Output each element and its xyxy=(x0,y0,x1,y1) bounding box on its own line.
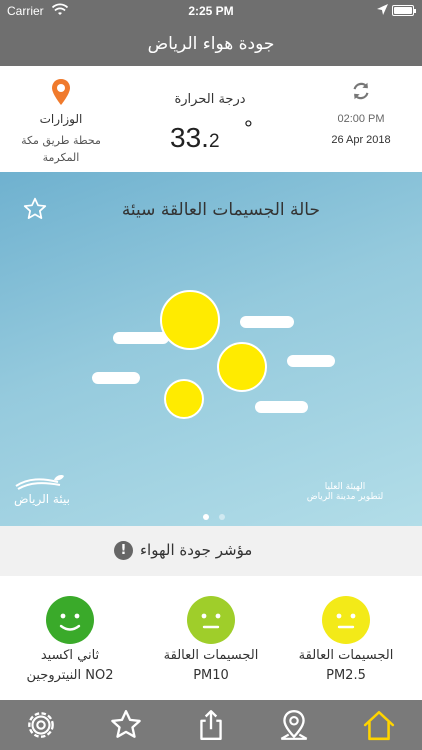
air-status-title: حالة الجسيمات العالقة سيئة xyxy=(121,200,320,220)
temperature-value: 33.2 ° xyxy=(170,116,253,154)
cloud-streak xyxy=(255,401,308,413)
cloud-streak xyxy=(287,355,335,367)
happy-face-icon xyxy=(46,596,94,644)
aqi-title: مؤشر جودة الهواء xyxy=(140,541,253,559)
neutral-face-icon xyxy=(322,596,370,644)
station-name: محطة طريق مكة المكرمة xyxy=(21,134,101,164)
high-commission-logo: الهيئة العليا لتطوير مدينة الرياض xyxy=(274,482,416,502)
pollutant-label: ثاني اكسيد النيتروجين NO2 xyxy=(0,646,140,686)
temperature-decimal: 2 xyxy=(208,131,220,152)
sun-small xyxy=(164,379,204,419)
cloud-streak xyxy=(113,332,169,344)
location-pin-icon xyxy=(52,79,70,105)
sun-large xyxy=(160,290,220,350)
info-strip: 02:00 PM 26 Apr 2018 درجة الحرارة 33.2 °… xyxy=(0,66,422,172)
pollutant-list: ثاني اكسيد النيتروجين NO2 الجسيمات العال… xyxy=(0,576,422,700)
location-arrow-icon xyxy=(377,4,388,15)
update-time: 02:00 PM xyxy=(337,113,385,125)
riyadh-environment-label: بيئة الرياض xyxy=(14,492,70,506)
page-dot-active[interactable] xyxy=(203,514,209,520)
pollutant-label: الجسيمات العالقة PM2.5 xyxy=(276,646,416,686)
page-indicator[interactable] xyxy=(198,505,230,524)
pollutant-code: PM2.5 xyxy=(326,668,366,683)
pollutant-code: PM10 xyxy=(193,668,229,683)
refresh-icon[interactable] xyxy=(350,80,372,102)
temperature-label: درجة الحرارة xyxy=(174,92,246,107)
station-label: الوزارات xyxy=(39,112,83,126)
pollutant-name: ثاني اكسيد xyxy=(40,648,100,663)
map-pin-icon[interactable] xyxy=(277,708,311,742)
status-time: 2:25 PM xyxy=(188,4,234,18)
share-icon[interactable] xyxy=(194,708,228,742)
leaf-logo-icon xyxy=(15,475,64,490)
home-icon[interactable] xyxy=(362,708,396,742)
settings-icon[interactable] xyxy=(24,708,58,742)
pollutant-name: الجسيمات العالقة xyxy=(163,648,259,663)
pollutant-name: الجسيمات العالقة xyxy=(298,648,394,663)
nav-title: جودة هواء الرياض xyxy=(147,34,275,54)
page-dot[interactable] xyxy=(219,514,225,520)
cloud-streak xyxy=(92,372,140,384)
top-bar: Carrier 2:25 PM جودة هواء الرياض xyxy=(0,0,422,66)
pollutant-code: النيتروجين NO2 xyxy=(26,668,114,683)
info-icon[interactable]: ! xyxy=(114,541,133,560)
tab-bar xyxy=(0,700,422,750)
battery-icon xyxy=(392,5,416,16)
commission-name-line1: الهيئة العليا xyxy=(324,482,366,492)
temperature-integer: 33. xyxy=(170,122,209,153)
pollutant-label: الجسيمات العالقة PM10 xyxy=(141,646,281,686)
update-time-block: 02:00 PM 26 Apr 2018 xyxy=(300,66,422,172)
sun-medium xyxy=(217,342,267,392)
air-status-hero[interactable]: حالة الجسيمات العالقة سيئة بيئة الرياض ا… xyxy=(0,172,422,526)
aqi-header: ! مؤشر جودة الهواء xyxy=(0,526,422,576)
temperature-block: درجة الحرارة 33.2 ° xyxy=(120,66,300,172)
update-date: 26 Apr 2018 xyxy=(331,134,391,146)
commission-name-line2: لتطوير مدينة الرياض xyxy=(306,492,384,502)
station-block[interactable]: الوزارات محطة طريق مكة المكرمة xyxy=(0,66,122,172)
status-bar: Carrier 2:25 PM xyxy=(0,0,422,22)
star-icon[interactable] xyxy=(109,708,143,742)
degree-symbol: ° xyxy=(244,116,253,141)
favorite-star-icon[interactable] xyxy=(22,196,48,222)
riyadh-environment-logo: بيئة الرياض xyxy=(14,474,70,506)
neutral-face-icon xyxy=(187,596,235,644)
cloud-streak xyxy=(240,316,294,328)
